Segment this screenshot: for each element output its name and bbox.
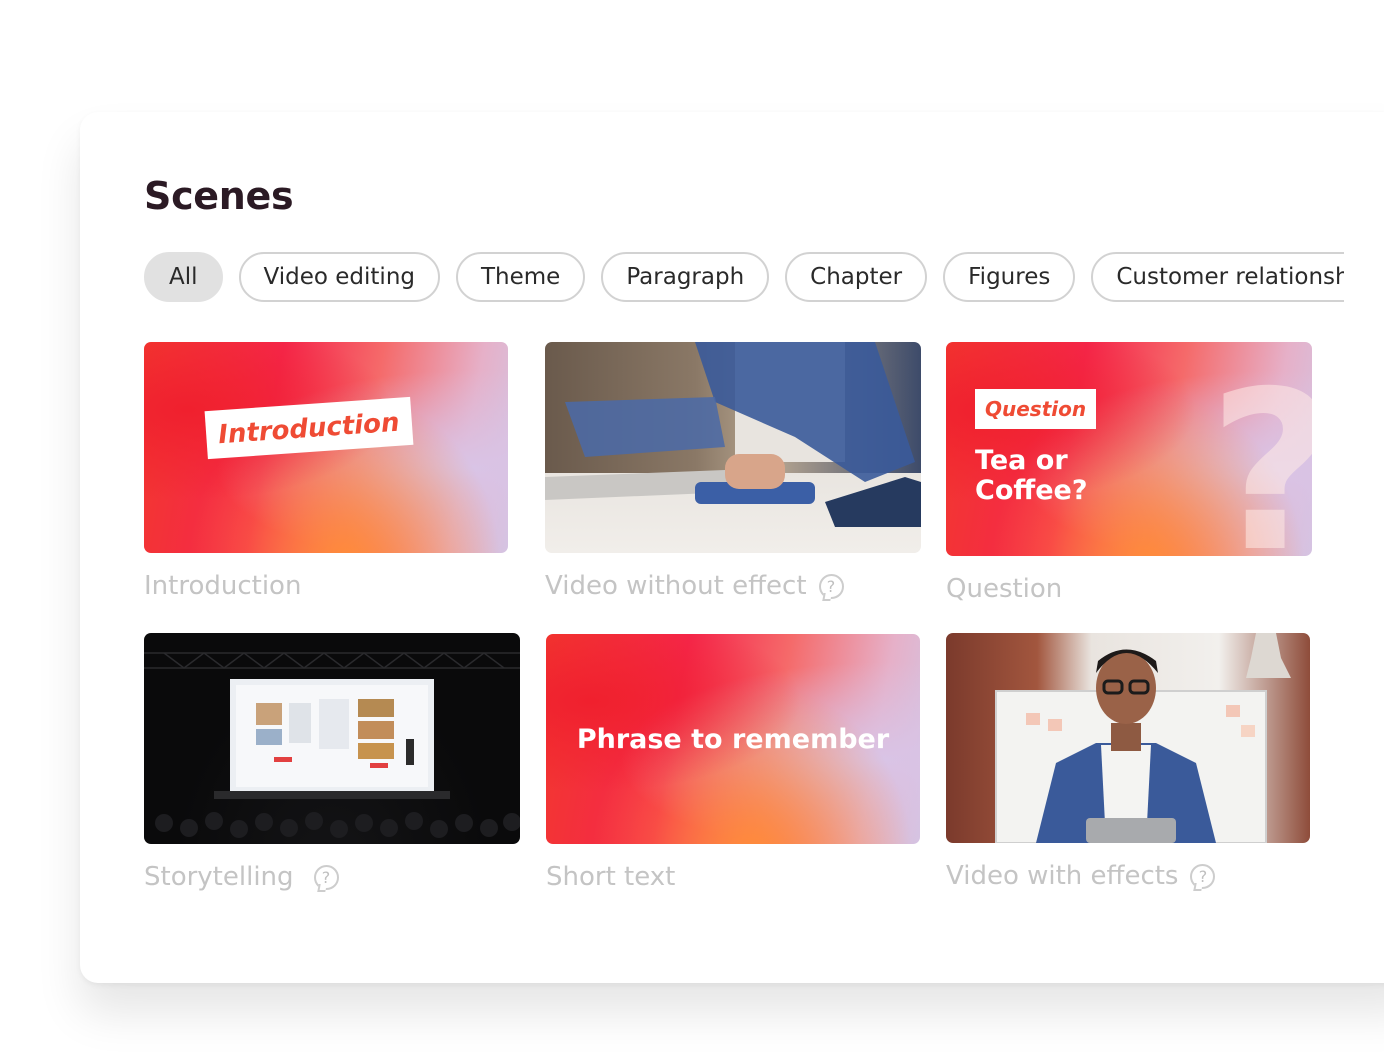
- filter-chip-all[interactable]: All: [144, 252, 223, 302]
- scene-thumbnail-question[interactable]: ? Question Tea or Coffee?: [946, 342, 1312, 556]
- scene-label-text: Storytelling: [144, 862, 294, 892]
- filter-chip-chapter[interactable]: Chapter: [785, 252, 928, 302]
- thumbnail-question-text: Tea or Coffee?: [975, 445, 1088, 506]
- scene-card-video-without-effect[interactable]: Video without effect ?: [545, 342, 921, 601]
- help-icon[interactable]: ?: [1190, 863, 1216, 889]
- filter-chip-figures[interactable]: Figures: [943, 252, 1076, 302]
- thumbnail-question-tag: Question: [975, 389, 1097, 429]
- scene-thumbnail-video-with-effects[interactable]: [946, 633, 1310, 843]
- scene-label-text: Video without effect: [545, 571, 807, 601]
- scene-card-question[interactable]: ? Question Tea or Coffee? Question: [946, 342, 1312, 604]
- help-icon[interactable]: ?: [313, 864, 339, 890]
- thumbnail-title-tag: Introduction: [204, 396, 413, 460]
- presenter-photo-image: [995, 633, 1291, 843]
- filter-chip-theme[interactable]: Theme: [456, 252, 586, 302]
- scene-thumbnail-introduction[interactable]: Introduction: [144, 342, 508, 553]
- scene-label-text: Introduction: [144, 571, 302, 601]
- filter-chip-video-editing[interactable]: Video editing: [238, 252, 440, 302]
- scenes-panel: Scenes All Video editing Theme Paragraph…: [80, 112, 1384, 983]
- scene-label-short-text: Short text: [546, 862, 675, 892]
- desk-photo-image: [545, 342, 921, 527]
- filter-chip-bar: All Video editing Theme Paragraph Chapte…: [144, 252, 1344, 308]
- scene-label-text: Video with effects: [946, 861, 1179, 891]
- scene-label-question: Question: [946, 574, 1062, 604]
- scene-label-video-with-effects: Video with effects ?: [946, 861, 1216, 891]
- scene-thumbnail-video-without-effect[interactable]: [545, 342, 921, 553]
- scene-card-video-with-effects[interactable]: Video with effects ?: [946, 633, 1310, 891]
- question-mark-graphic: ?: [1208, 362, 1312, 556]
- page-title: Scenes: [144, 174, 294, 218]
- scene-label-video-without-effect: Video without effect ?: [545, 571, 844, 601]
- scene-card-storytelling[interactable]: Storytelling ?: [144, 633, 520, 892]
- scene-label-text: Short text: [546, 862, 676, 892]
- scene-label-storytelling: Storytelling ?: [144, 862, 339, 892]
- scene-card-short-text[interactable]: Phrase to remember Short text: [546, 634, 920, 892]
- scene-label-text: Question: [946, 574, 1063, 604]
- filter-chip-paragraph[interactable]: Paragraph: [601, 252, 770, 302]
- stage-photo-image: [144, 652, 520, 838]
- scene-label-introduction: Introduction: [144, 571, 301, 601]
- filter-chip-customer-relationship[interactable]: Customer relationship: [1091, 252, 1344, 302]
- help-icon[interactable]: ?: [818, 573, 844, 599]
- scene-thumbnail-short-text[interactable]: Phrase to remember: [546, 634, 920, 844]
- thumbnail-phrase-text: Phrase to remember: [576, 724, 890, 755]
- scene-thumbnail-storytelling[interactable]: [144, 633, 520, 844]
- scene-card-introduction[interactable]: Introduction Introduction: [144, 342, 508, 601]
